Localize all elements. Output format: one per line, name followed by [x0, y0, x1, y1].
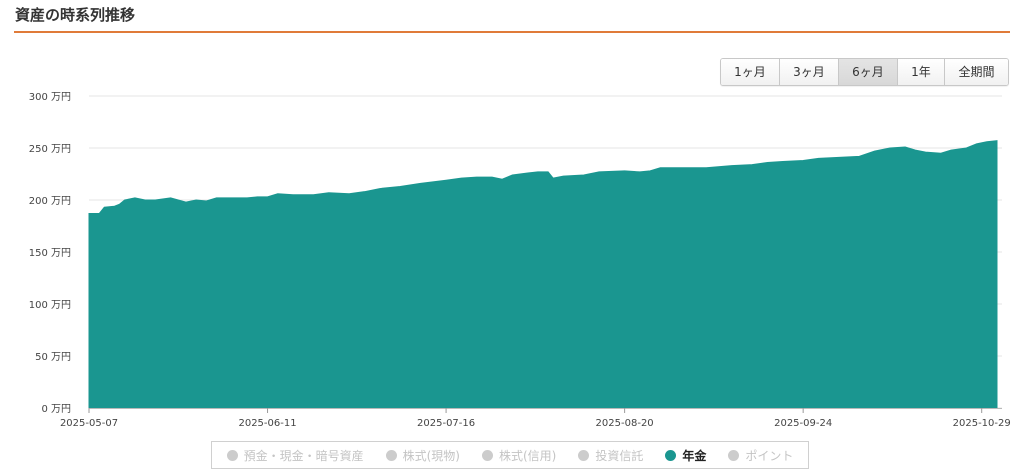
legend-dot-icon: [481, 449, 493, 461]
asset-area-chart: 0 万円 50 万円 100 万円 150 万円 200 万円 250 万円 300 万円 2…: [29, 92, 1011, 429]
x-tick-label: 2025-08-20: [596, 418, 654, 429]
y-tick-label: 300 万円: [29, 92, 71, 103]
legend-dot-icon: [385, 449, 397, 461]
x-tick-label: 2025-06-11: [238, 418, 296, 429]
legend-label: 年金: [682, 448, 707, 463]
y-tick-label: 200 万円: [29, 196, 71, 207]
x-tick-label: 2025-09-24: [774, 418, 832, 429]
legend-label: 預金・現金・暗号資産: [243, 448, 364, 463]
legend-item-cash[interactable]: 預金・現金・暗号資産: [226, 447, 364, 464]
legend-label: ポイント: [745, 448, 794, 463]
legend-dot-icon: [728, 449, 740, 461]
legend-item-investment-trust[interactable]: 投資信託: [578, 447, 643, 464]
legend-label: 株式(信用): [498, 448, 557, 463]
legend-item-points[interactable]: ポイント: [728, 447, 793, 464]
x-tick-label: 2025-05-07: [60, 418, 118, 429]
legend-dot-icon: [665, 449, 677, 461]
chart-legend: 預金・現金・暗号資産 株式(現物) 株式(信用) 投資信託 年金 ポイント: [211, 441, 809, 469]
x-tick-label: 2025-10-29: [953, 418, 1011, 429]
y-tick-label: 250 万円: [29, 144, 71, 155]
y-tick-label: 0 万円: [41, 404, 71, 415]
legend-label: 投資信託: [595, 448, 644, 463]
legend-dot-icon: [578, 449, 590, 461]
legend-item-stock-cash[interactable]: 株式(現物): [385, 447, 460, 464]
x-tick-label: 2025-07-16: [417, 418, 475, 429]
legend-dot-icon: [226, 449, 238, 461]
series-area-pension: [88, 140, 998, 409]
y-tick-label: 50 万円: [35, 352, 71, 363]
legend-item-pension[interactable]: 年金: [665, 447, 706, 464]
legend-label: 株式(現物): [402, 448, 460, 463]
y-tick-label: 100 万円: [29, 300, 71, 311]
y-tick-label: 150 万円: [29, 248, 71, 259]
legend-item-stock-margin[interactable]: 株式(信用): [481, 447, 557, 464]
